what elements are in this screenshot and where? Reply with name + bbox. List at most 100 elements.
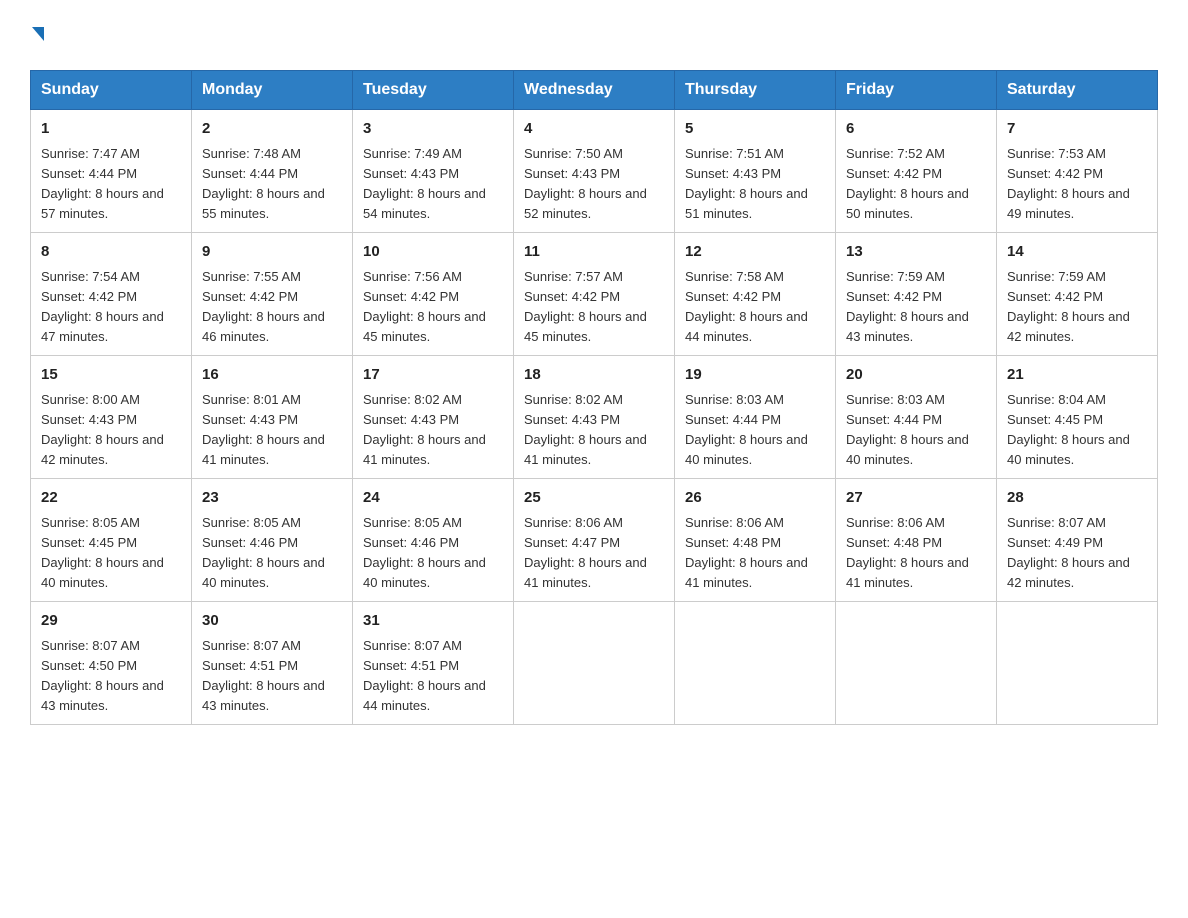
- day-number: 23: [202, 487, 342, 510]
- calendar-week-row: 8 Sunrise: 7:54 AMSunset: 4:42 PMDaylight…: [31, 233, 1158, 356]
- calendar-cell: 5Sunrise: 7:51 AMSunset: 4:43 PMDaylight…: [675, 110, 836, 233]
- day-info: Sunrise: 7:55 AMSunset: 4:42 PMDaylight:…: [202, 267, 342, 348]
- weekday-header-saturday: Saturday: [997, 71, 1158, 110]
- day-info: Sunrise: 8:04 AMSunset: 4:45 PMDaylight:…: [1007, 390, 1147, 471]
- day-number: 25: [524, 487, 664, 510]
- day-number: 26: [685, 487, 825, 510]
- calendar-cell: 26 Sunrise: 8:06 AMSunset: 4:48 PMDayligh…: [675, 479, 836, 602]
- calendar-cell: 4 Sunrise: 7:50 AMSunset: 4:43 PMDaylight…: [514, 110, 675, 233]
- calendar-cell: 28Sunrise: 8:07 AMSunset: 4:49 PMDayligh…: [997, 479, 1158, 602]
- day-number: 6: [846, 118, 986, 141]
- day-info: Sunrise: 8:02 AMSunset: 4:43 PMDaylight:…: [363, 390, 503, 471]
- calendar-cell: 21 Sunrise: 8:04 AMSunset: 4:45 PMDayligh…: [997, 356, 1158, 479]
- day-number: 13: [846, 241, 986, 264]
- day-info: Sunrise: 7:59 AMSunset: 4:42 PMDaylight:…: [846, 267, 986, 348]
- calendar-cell: 20Sunrise: 8:03 AMSunset: 4:44 PMDayligh…: [836, 356, 997, 479]
- day-info: Sunrise: 8:07 AMSunset: 4:51 PMDaylight:…: [363, 636, 503, 717]
- calendar-cell: 16 Sunrise: 8:01 AMSunset: 4:43 PMDayligh…: [192, 356, 353, 479]
- day-number: 4: [524, 118, 664, 141]
- day-info: Sunrise: 8:06 AMSunset: 4:47 PMDaylight:…: [524, 513, 664, 594]
- day-info: Sunrise: 7:52 AMSunset: 4:42 PMDaylight:…: [846, 144, 986, 225]
- calendar-cell: 19 Sunrise: 8:03 AMSunset: 4:44 PMDayligh…: [675, 356, 836, 479]
- day-info: Sunrise: 7:56 AMSunset: 4:42 PMDaylight:…: [363, 267, 503, 348]
- day-info: Sunrise: 8:05 AMSunset: 4:46 PMDaylight:…: [202, 513, 342, 594]
- day-info: Sunrise: 8:00 AMSunset: 4:43 PMDaylight:…: [41, 390, 181, 471]
- calendar-cell: 22 Sunrise: 8:05 AMSunset: 4:45 PMDayligh…: [31, 479, 192, 602]
- day-number: 24: [363, 487, 503, 510]
- logo: [30, 20, 44, 52]
- day-number: 3: [363, 118, 503, 141]
- calendar-cell: 24 Sunrise: 8:05 AMSunset: 4:46 PMDayligh…: [353, 479, 514, 602]
- day-info: Sunrise: 8:03 AMSunset: 4:44 PMDaylight:…: [846, 390, 986, 471]
- day-number: 29: [41, 610, 181, 633]
- day-number: 31: [363, 610, 503, 633]
- day-number: 22: [41, 487, 181, 510]
- calendar-week-row: 22 Sunrise: 8:05 AMSunset: 4:45 PMDayligh…: [31, 479, 1158, 602]
- calendar-cell: 10 Sunrise: 7:56 AMSunset: 4:42 PMDayligh…: [353, 233, 514, 356]
- day-number: 11: [524, 241, 664, 264]
- day-number: 30: [202, 610, 342, 633]
- header: [30, 20, 1158, 52]
- day-info: Sunrise: 7:57 AMSunset: 4:42 PMDaylight:…: [524, 267, 664, 348]
- calendar-week-row: 29Sunrise: 8:07 AMSunset: 4:50 PMDayligh…: [31, 602, 1158, 725]
- day-number: 10: [363, 241, 503, 264]
- calendar-cell: 12 Sunrise: 7:58 AMSunset: 4:42 PMDayligh…: [675, 233, 836, 356]
- calendar-cell: 1 Sunrise: 7:47 AMSunset: 4:44 PMDaylight…: [31, 110, 192, 233]
- day-info: Sunrise: 8:06 AMSunset: 4:48 PMDaylight:…: [685, 513, 825, 594]
- calendar-cell: 25 Sunrise: 8:06 AMSunset: 4:47 PMDayligh…: [514, 479, 675, 602]
- calendar-cell: 17 Sunrise: 8:02 AMSunset: 4:43 PMDayligh…: [353, 356, 514, 479]
- day-number: 8: [41, 241, 181, 264]
- day-number: 28: [1007, 487, 1147, 510]
- calendar-cell: 23 Sunrise: 8:05 AMSunset: 4:46 PMDayligh…: [192, 479, 353, 602]
- day-number: 14: [1007, 241, 1147, 264]
- calendar-cell: 14Sunrise: 7:59 AMSunset: 4:42 PMDayligh…: [997, 233, 1158, 356]
- calendar-table: SundayMondayTuesdayWednesdayThursdayFrid…: [30, 70, 1158, 725]
- calendar-cell: 8 Sunrise: 7:54 AMSunset: 4:42 PMDaylight…: [31, 233, 192, 356]
- day-number: 19: [685, 364, 825, 387]
- day-info: Sunrise: 8:05 AMSunset: 4:46 PMDaylight:…: [363, 513, 503, 594]
- day-info: Sunrise: 8:01 AMSunset: 4:43 PMDaylight:…: [202, 390, 342, 471]
- weekday-header-friday: Friday: [836, 71, 997, 110]
- day-number: 15: [41, 364, 181, 387]
- calendar-cell: 15 Sunrise: 8:00 AMSunset: 4:43 PMDayligh…: [31, 356, 192, 479]
- weekday-header-sunday: Sunday: [31, 71, 192, 110]
- calendar-cell: 27 Sunrise: 8:06 AMSunset: 4:48 PMDayligh…: [836, 479, 997, 602]
- calendar-cell: 3 Sunrise: 7:49 AMSunset: 4:43 PMDaylight…: [353, 110, 514, 233]
- calendar-cell: 18 Sunrise: 8:02 AMSunset: 4:43 PMDayligh…: [514, 356, 675, 479]
- day-info: Sunrise: 7:47 AMSunset: 4:44 PMDaylight:…: [41, 144, 181, 225]
- day-info: Sunrise: 8:05 AMSunset: 4:45 PMDaylight:…: [41, 513, 181, 594]
- day-number: 17: [363, 364, 503, 387]
- calendar-cell: [675, 602, 836, 725]
- calendar-cell: [836, 602, 997, 725]
- calendar-cell: 9 Sunrise: 7:55 AMSunset: 4:42 PMDaylight…: [192, 233, 353, 356]
- day-info: Sunrise: 7:54 AMSunset: 4:42 PMDaylight:…: [41, 267, 181, 348]
- day-info: Sunrise: 8:06 AMSunset: 4:48 PMDaylight:…: [846, 513, 986, 594]
- calendar-cell: 7Sunrise: 7:53 AMSunset: 4:42 PMDaylight…: [997, 110, 1158, 233]
- calendar-cell: 29Sunrise: 8:07 AMSunset: 4:50 PMDayligh…: [31, 602, 192, 725]
- day-info: Sunrise: 8:07 AMSunset: 4:51 PMDaylight:…: [202, 636, 342, 717]
- weekday-header-wednesday: Wednesday: [514, 71, 675, 110]
- day-number: 21: [1007, 364, 1147, 387]
- day-number: 27: [846, 487, 986, 510]
- calendar-cell: 30 Sunrise: 8:07 AMSunset: 4:51 PMDayligh…: [192, 602, 353, 725]
- day-info: Sunrise: 8:03 AMSunset: 4:44 PMDaylight:…: [685, 390, 825, 471]
- calendar-week-row: 15 Sunrise: 8:00 AMSunset: 4:43 PMDayligh…: [31, 356, 1158, 479]
- day-number: 12: [685, 241, 825, 264]
- day-info: Sunrise: 7:58 AMSunset: 4:42 PMDaylight:…: [685, 267, 825, 348]
- calendar-cell: 13 Sunrise: 7:59 AMSunset: 4:42 PMDayligh…: [836, 233, 997, 356]
- weekday-header-thursday: Thursday: [675, 71, 836, 110]
- day-number: 2: [202, 118, 342, 141]
- weekday-header-row: SundayMondayTuesdayWednesdayThursdayFrid…: [31, 71, 1158, 110]
- day-info: Sunrise: 7:49 AMSunset: 4:43 PMDaylight:…: [363, 144, 503, 225]
- day-number: 7: [1007, 118, 1147, 141]
- day-number: 18: [524, 364, 664, 387]
- logo-triangle-icon: [32, 27, 44, 41]
- day-number: 16: [202, 364, 342, 387]
- day-number: 1: [41, 118, 181, 141]
- day-info: Sunrise: 7:50 AMSunset: 4:43 PMDaylight:…: [524, 144, 664, 225]
- calendar-cell: 6 Sunrise: 7:52 AMSunset: 4:42 PMDaylight…: [836, 110, 997, 233]
- day-number: 9: [202, 241, 342, 264]
- calendar-cell: 11 Sunrise: 7:57 AMSunset: 4:42 PMDayligh…: [514, 233, 675, 356]
- weekday-header-monday: Monday: [192, 71, 353, 110]
- day-info: Sunrise: 8:02 AMSunset: 4:43 PMDaylight:…: [524, 390, 664, 471]
